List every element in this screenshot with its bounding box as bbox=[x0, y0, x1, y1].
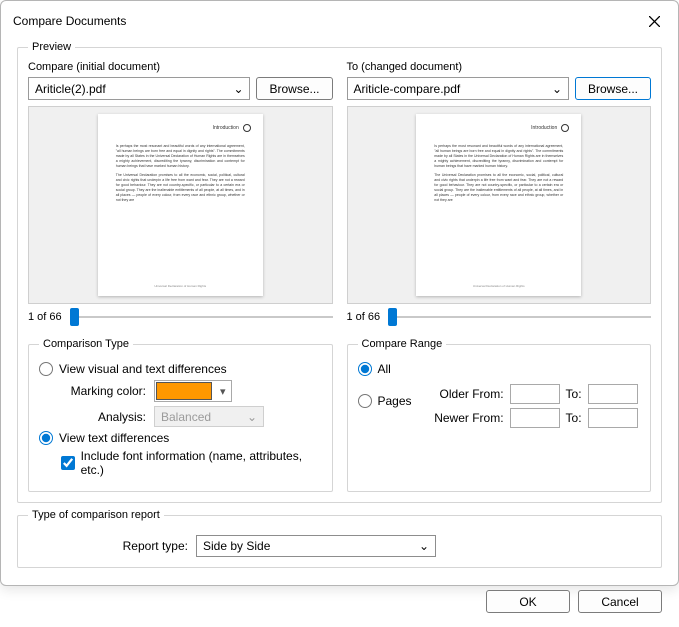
compare-label: Compare (initial document) bbox=[28, 61, 333, 73]
older-from-input[interactable] bbox=[510, 384, 560, 404]
older-to-input[interactable] bbox=[588, 384, 638, 404]
report-type-group: Type of comparison report Report type: S… bbox=[17, 509, 662, 568]
preview-legend: Preview bbox=[28, 41, 75, 53]
radio-text-only[interactable]: View text differences bbox=[39, 431, 322, 445]
comparison-type-group: Comparison Type View visual and text dif… bbox=[28, 338, 333, 492]
marking-color-picker[interactable]: ▾ bbox=[154, 380, 232, 402]
cancel-button[interactable]: Cancel bbox=[578, 590, 662, 613]
ok-button[interactable]: OK bbox=[486, 590, 570, 613]
compare-browse-button[interactable]: Browse... bbox=[256, 77, 332, 100]
chevron-down-icon: ⌄ bbox=[247, 410, 257, 424]
compare-range-legend: Compare Range bbox=[358, 338, 447, 350]
compare-page-slider[interactable] bbox=[70, 310, 333, 324]
comparison-type-legend: Comparison Type bbox=[39, 338, 133, 350]
compare-file-combo[interactable]: Ariticle(2).pdf ⌄ bbox=[28, 77, 250, 100]
compare-thumbnail-area[interactable]: Introduction Is perhaps the most resonan… bbox=[28, 106, 333, 304]
newer-to-input[interactable] bbox=[588, 408, 638, 428]
preview-group: Preview Compare (initial document) Ariti… bbox=[17, 41, 662, 503]
dialog-footer: OK Cancel bbox=[1, 578, 678, 627]
to-page-slider[interactable] bbox=[388, 310, 651, 324]
check-include-font[interactable]: Include font information (name, attribut… bbox=[61, 449, 322, 477]
older-from-label: Older From: bbox=[422, 387, 504, 401]
newer-from-label: Newer From: bbox=[422, 411, 504, 425]
compare-page-count: 1 of 66 bbox=[28, 311, 62, 323]
to-browse-button[interactable]: Browse... bbox=[575, 77, 651, 100]
chevron-down-icon: ⌄ bbox=[229, 82, 247, 96]
radio-range-pages[interactable]: Pages bbox=[358, 394, 412, 408]
close-button[interactable] bbox=[640, 9, 668, 33]
newer-from-input[interactable] bbox=[510, 408, 560, 428]
analysis-label: Analysis: bbox=[61, 410, 146, 424]
to-page-count: 1 of 66 bbox=[347, 311, 381, 323]
radio-visual-text[interactable]: View visual and text differences bbox=[39, 362, 322, 376]
older-to-label: To: bbox=[566, 387, 582, 401]
to-label: To (changed document) bbox=[347, 61, 652, 73]
to-file-combo[interactable]: Ariticle-compare.pdf ⌄ bbox=[347, 77, 569, 100]
compare-documents-dialog: Compare Documents Preview Compare (initi… bbox=[0, 0, 679, 586]
color-swatch bbox=[156, 382, 212, 400]
compare-range-group: Compare Range All Pages Older From: bbox=[347, 338, 652, 492]
to-page-thumb: Introduction Is perhaps the most resonan… bbox=[416, 114, 581, 296]
to-file-value: Ariticle-compare.pdf bbox=[354, 82, 461, 96]
chevron-down-icon: ▾ bbox=[216, 385, 230, 398]
logo-icon bbox=[243, 124, 251, 132]
report-type-label: Report type: bbox=[28, 539, 188, 553]
report-type-select[interactable]: Side by Side ⌄ bbox=[196, 535, 436, 557]
analysis-select: Balanced ⌄ bbox=[154, 406, 264, 427]
radio-range-all[interactable]: All bbox=[358, 362, 641, 376]
titlebar: Compare Documents bbox=[1, 1, 678, 35]
marking-color-label: Marking color: bbox=[61, 384, 146, 398]
chevron-down-icon: ⌄ bbox=[419, 539, 429, 553]
window-title: Compare Documents bbox=[13, 14, 126, 28]
compare-page-thumb: Introduction Is perhaps the most resonan… bbox=[98, 114, 263, 296]
logo-icon bbox=[561, 124, 569, 132]
chevron-down-icon: ⌄ bbox=[548, 82, 566, 96]
newer-to-label: To: bbox=[566, 411, 582, 425]
report-type-legend: Type of comparison report bbox=[28, 509, 164, 521]
to-thumbnail-area[interactable]: Introduction Is perhaps the most resonan… bbox=[347, 106, 652, 304]
compare-file-value: Ariticle(2).pdf bbox=[35, 82, 106, 96]
close-icon bbox=[649, 16, 660, 27]
